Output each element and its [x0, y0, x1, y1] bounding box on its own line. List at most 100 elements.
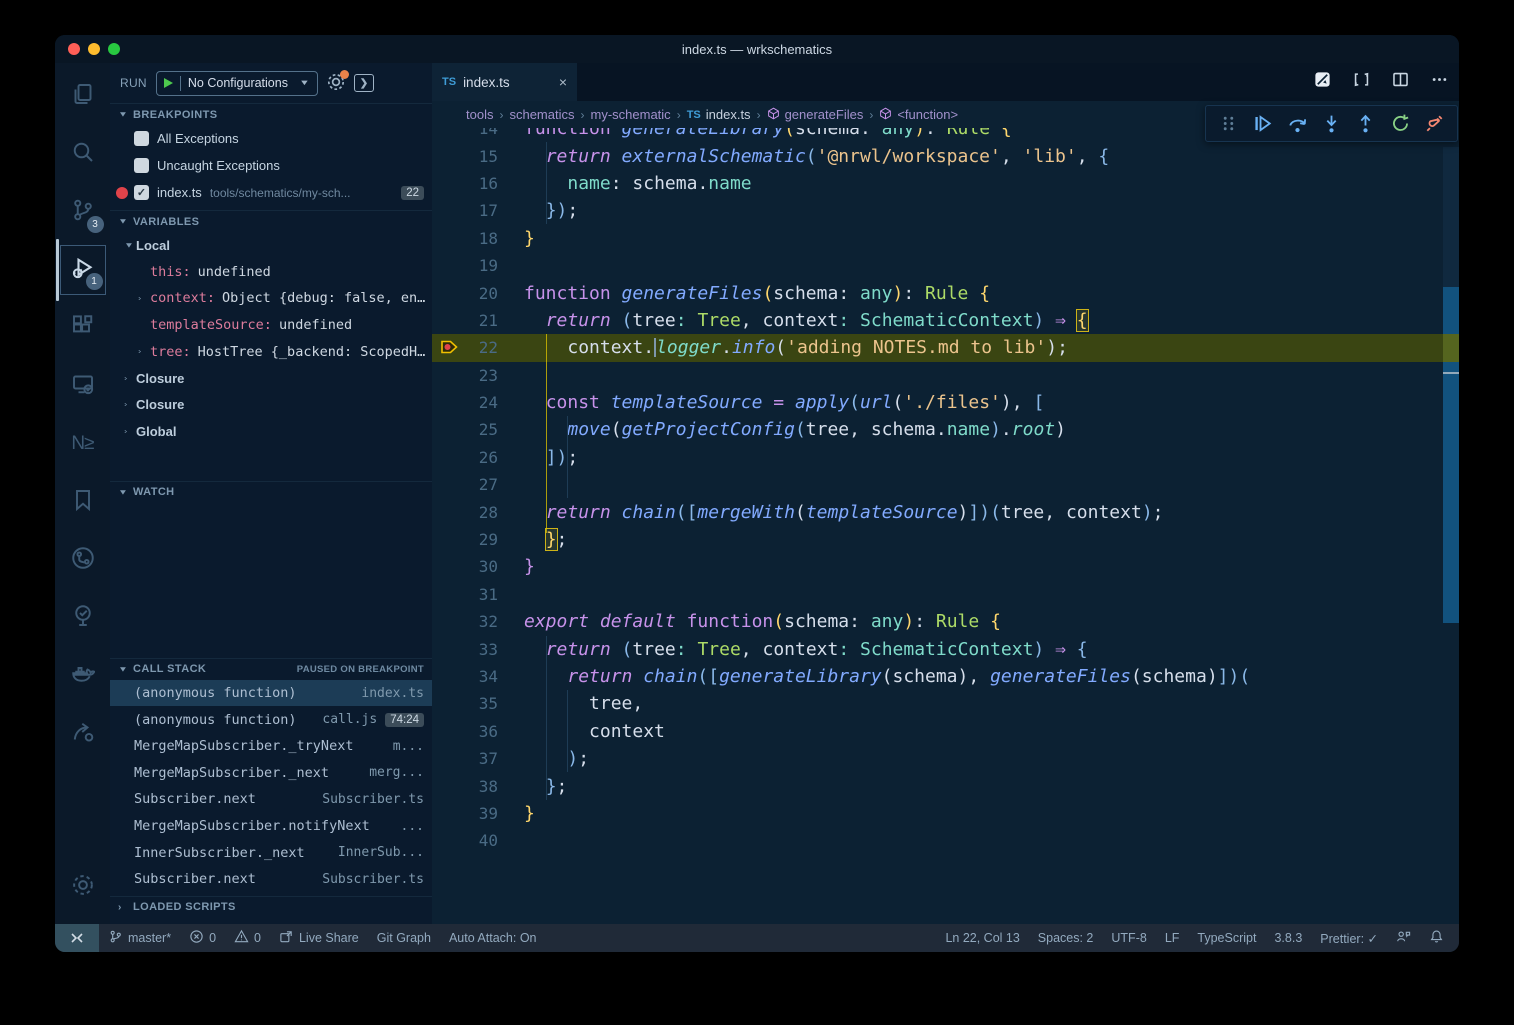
gutter[interactable]: 21: [432, 307, 524, 334]
code-line-35[interactable]: 35 tree,: [432, 690, 1459, 717]
stack-frame[interactable]: MergeMapSubscriber.notifyNext...: [110, 813, 432, 840]
activity-remote-explorer[interactable]: [60, 361, 106, 411]
code-line-23[interactable]: 23: [432, 362, 1459, 389]
breadcrumb-item[interactable]: tools: [466, 107, 493, 122]
scope-row[interactable]: ›Closure: [110, 392, 432, 419]
tab-index-ts[interactable]: TS index.ts ×: [432, 63, 577, 101]
gutter[interactable]: 37: [432, 745, 524, 772]
debug-console-button[interactable]: ❯: [354, 74, 374, 92]
stack-frame[interactable]: Subscriber.nextSubscriber.ts: [110, 786, 432, 813]
checkbox[interactable]: [134, 131, 149, 146]
split-editor-icon[interactable]: [1391, 70, 1410, 94]
call-stack-section-header[interactable]: ▼CALL STACK PAUSED ON BREAKPOINT: [110, 658, 432, 680]
activity-bookmarks[interactable]: [60, 477, 106, 527]
activity-source-control[interactable]: 3: [60, 187, 106, 237]
open-changes-icon[interactable]: [1313, 70, 1332, 94]
gutter[interactable]: 31: [432, 581, 524, 608]
code-line-34[interactable]: 34 return chain([generateLibrary(schema)…: [432, 663, 1459, 690]
gutter[interactable]: 32: [432, 608, 524, 635]
breadcrumb-item[interactable]: <function>: [879, 107, 958, 123]
activity-settings[interactable]: [60, 862, 106, 912]
gutter[interactable]: 14: [432, 128, 524, 142]
code-line-16[interactable]: 16 name: schema.name: [432, 170, 1459, 197]
gutter[interactable]: 25: [432, 416, 524, 443]
code-line-19[interactable]: 19: [432, 252, 1459, 279]
watch-section-header[interactable]: ▼WATCH: [110, 481, 432, 503]
breakpoint-row[interactable]: All Exceptions: [110, 125, 432, 152]
window-controls[interactable]: [68, 43, 120, 55]
status-feedback[interactable]: [1387, 924, 1420, 952]
variable-row[interactable]: ›context:Object {debug: false, en…: [110, 285, 432, 312]
stack-frame[interactable]: InnerSubscriber._nextInnerSub...: [110, 839, 432, 866]
code-line-30[interactable]: 30}: [432, 553, 1459, 580]
gutter[interactable]: 26: [432, 444, 524, 471]
loaded-scripts-section-header[interactable]: ›LOADED SCRIPTS: [110, 896, 432, 918]
compare-refs-icon[interactable]: [1352, 70, 1371, 94]
activity-git-graph[interactable]: [60, 535, 106, 585]
scope-row[interactable]: ▼Local: [110, 232, 432, 259]
activity-explorer[interactable]: [60, 71, 106, 121]
status-cursor-position[interactable]: Ln 22, Col 13: [936, 924, 1028, 952]
code-line-31[interactable]: 31: [432, 581, 1459, 608]
gutter[interactable]: 20: [432, 279, 524, 306]
activity-nx-console[interactable]: N≥: [60, 419, 106, 469]
breakpoint-row[interactable]: ✓index.tstools/schematics/my-sch...22: [110, 179, 432, 206]
gutter[interactable]: 40: [432, 827, 524, 854]
gutter[interactable]: 23: [432, 362, 524, 389]
variables-section-header[interactable]: ▼VARIABLES: [110, 210, 432, 232]
more-actions-icon[interactable]: [1430, 70, 1449, 94]
code-line-22[interactable]: 22 context.logger.info('adding NOTES.md …: [432, 334, 1459, 361]
configure-gear-button[interactable]: [327, 73, 345, 94]
breadcrumb-item[interactable]: generateFiles: [767, 107, 864, 123]
gutter[interactable]: 35: [432, 690, 524, 717]
close-window-button[interactable]: [68, 43, 80, 55]
gutter[interactable]: 29: [432, 526, 524, 553]
breakpoint-row[interactable]: Uncaught Exceptions: [110, 152, 432, 179]
code-line-26[interactable]: 26 ]);: [432, 444, 1459, 471]
step-over-button[interactable]: [1285, 112, 1309, 136]
code-line-40[interactable]: 40: [432, 827, 1459, 854]
status-errors[interactable]: 0: [180, 924, 225, 952]
gripper-handle[interactable]: [1216, 112, 1240, 136]
stack-frame[interactable]: MergeMapSubscriber._tryNextm...: [110, 733, 432, 760]
continue-button[interactable]: [1251, 112, 1275, 136]
code-area[interactable]: 14function generateLibrary(schema: any):…: [432, 128, 1459, 924]
code-line-33[interactable]: 33 return (tree: Tree, context: Schemati…: [432, 635, 1459, 662]
code-line-28[interactable]: 28 return chain([mergeWith(templateSourc…: [432, 498, 1459, 525]
remote-indicator[interactable]: [55, 924, 99, 952]
gutter[interactable]: 22: [432, 334, 524, 361]
checkbox[interactable]: ✓: [134, 185, 149, 200]
gutter[interactable]: 15: [432, 142, 524, 169]
stack-frame[interactable]: (anonymous function)index.ts: [110, 680, 432, 707]
stack-frame[interactable]: (anonymous function)call.js74:24: [110, 706, 432, 733]
variable-row[interactable]: templateSource:undefined: [110, 312, 432, 339]
variable-row[interactable]: this:undefined: [110, 259, 432, 286]
activity-docker[interactable]: [60, 651, 106, 701]
code-line-21[interactable]: 21 return (tree: Tree, context: Schemati…: [432, 307, 1459, 334]
scope-row[interactable]: ›Closure: [110, 365, 432, 392]
step-into-button[interactable]: [1320, 112, 1344, 136]
minimize-window-button[interactable]: [88, 43, 100, 55]
gutter[interactable]: 27: [432, 471, 524, 498]
code-line-36[interactable]: 36 context: [432, 718, 1459, 745]
status-eol[interactable]: LF: [1156, 924, 1189, 952]
code-line-20[interactable]: 20function generateFiles(schema: any): R…: [432, 279, 1459, 306]
breadcrumb-item[interactable]: TSindex.ts: [687, 107, 751, 122]
breadcrumb-item[interactable]: my-schematic: [591, 107, 671, 122]
status-encoding[interactable]: UTF-8: [1102, 924, 1155, 952]
gutter[interactable]: 28: [432, 498, 524, 525]
code-line-27[interactable]: 27: [432, 471, 1459, 498]
launch-config-dropdown[interactable]: No Configurations ▼: [156, 71, 318, 96]
scope-row[interactable]: ›Global: [110, 418, 432, 445]
code-line-38[interactable]: 38 };: [432, 772, 1459, 799]
activity-search[interactable]: [60, 129, 106, 179]
code-line-17[interactable]: 17 });: [432, 197, 1459, 224]
gutter[interactable]: 24: [432, 389, 524, 416]
gutter[interactable]: 36: [432, 718, 524, 745]
disconnect-button[interactable]: [1423, 112, 1447, 136]
close-tab-icon[interactable]: ×: [559, 74, 567, 90]
variable-row[interactable]: ›tree:HostTree {_backend: ScopedH…: [110, 338, 432, 365]
gutter[interactable]: 18: [432, 225, 524, 252]
stack-frame[interactable]: MergeMapSubscriber._nextmerg...: [110, 760, 432, 787]
breakpoints-section-header[interactable]: ▼BREAKPOINTS: [110, 103, 432, 125]
